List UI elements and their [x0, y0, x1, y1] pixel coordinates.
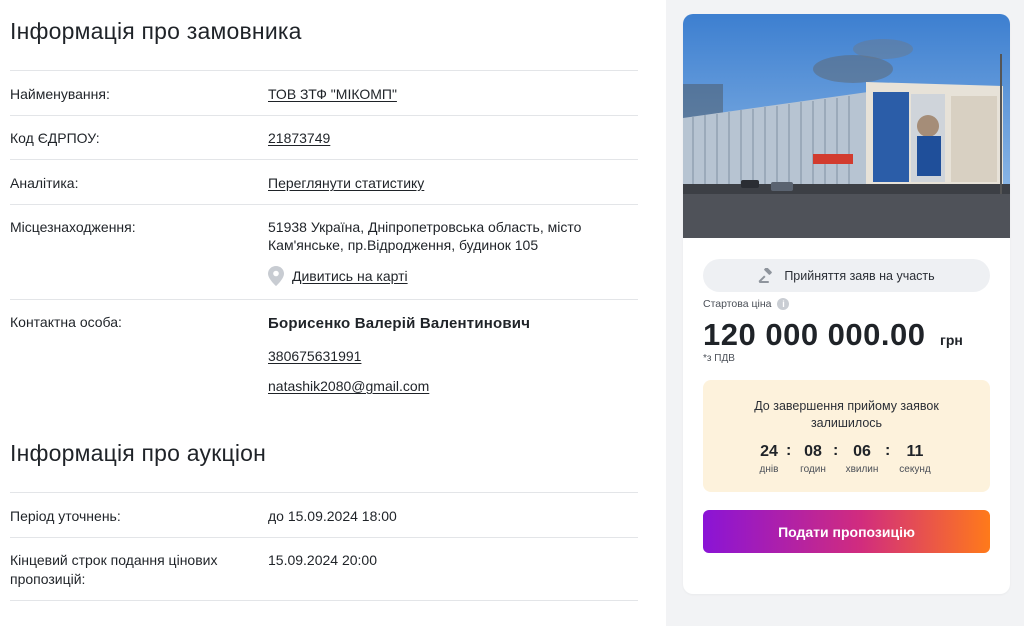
divider: [10, 115, 638, 116]
edrpou-label: Код ЄДРПОУ:: [10, 130, 100, 146]
deadline-value: 15.09.2024 20:00: [268, 552, 377, 568]
view-on-map-link[interactable]: Дивитись на карті: [268, 266, 408, 286]
address-line-1: 51938 Україна, Дніпропетровська область,…: [268, 219, 582, 235]
timer-seconds: 11: [906, 443, 924, 460]
map-pin-icon: [268, 266, 284, 286]
timer-hours: 08: [804, 443, 822, 460]
timer-days-label: днів: [759, 464, 779, 475]
timer-hours-label: годин: [800, 464, 826, 475]
divider: [10, 204, 638, 205]
timer-days: 24: [760, 443, 778, 460]
timer-minutes-label: хвилин: [845, 464, 879, 475]
gavel-icon: [758, 267, 773, 283]
customer-name-link[interactable]: ТОВ ЗТФ "МІКОМП": [268, 85, 397, 104]
divider: [10, 159, 638, 160]
info-icon[interactable]: i: [777, 298, 790, 310]
divider: [10, 492, 638, 493]
main-content: Інформація про замовника Найменування: Т…: [0, 0, 666, 626]
vat-note: *з ПДВ: [703, 353, 735, 364]
divider: [10, 600, 638, 601]
timer-separator: :: [786, 442, 792, 459]
edrpou-link[interactable]: 21873749: [268, 129, 330, 148]
start-price-label: Стартова ціна i: [703, 298, 790, 310]
start-price-text: Стартова ціна: [703, 298, 772, 310]
status-label: Прийняття заяв на участь: [784, 268, 935, 283]
timer-seconds-label: секунд: [899, 464, 931, 475]
start-price-value: 120 000 000.00: [703, 317, 926, 352]
contact-phone-link[interactable]: 380675631991: [268, 347, 361, 366]
clarification-period-label: Період уточнень:: [10, 508, 121, 524]
currency-label: грн: [940, 332, 963, 348]
divider: [10, 537, 638, 538]
contact-name: Борисенко Валерій Валентинович: [268, 315, 531, 332]
customer-section-title: Інформація про замовника: [10, 18, 302, 44]
timer-separator: :: [833, 442, 839, 459]
divider: [10, 299, 638, 300]
view-on-map-label[interactable]: Дивитись на карті: [292, 268, 408, 284]
name-label: Найменування:: [10, 86, 110, 102]
timer-minutes: 06: [853, 443, 871, 460]
clarification-period-value: до 15.09.2024 18:00: [268, 508, 397, 524]
contact-email-link[interactable]: natashik2080@gmail.com: [268, 377, 429, 396]
view-statistics-link[interactable]: Переглянути статистику: [268, 174, 424, 193]
address-line-2: Кам'янське, пр.Відродження, будинок 105: [268, 237, 539, 253]
divider: [10, 70, 638, 71]
deadline-label-line-2: пропозицій:: [10, 571, 86, 587]
timer-separator: :: [885, 442, 891, 459]
auction-section-title: Інформація про аукціон: [10, 440, 267, 466]
lot-photo[interactable]: [683, 14, 1010, 238]
location-label: Місцезнаходження:: [10, 219, 136, 235]
countdown-timer: До завершення прийому заявок залишилось …: [703, 380, 990, 492]
submit-proposal-button[interactable]: Подати пропозицію: [703, 510, 990, 553]
lot-card: Прийняття заяв на участь Стартова ціна i…: [683, 14, 1010, 594]
deadline-label-line-1: Кінцевий строк подання цінових: [10, 552, 218, 568]
status-pill: Прийняття заяв на участь: [703, 259, 990, 292]
analytics-label: Аналітика:: [10, 175, 79, 191]
timer-title: До завершення прийому заявок залишилось: [754, 399, 939, 430]
contact-label: Контактна особа:: [10, 314, 122, 330]
